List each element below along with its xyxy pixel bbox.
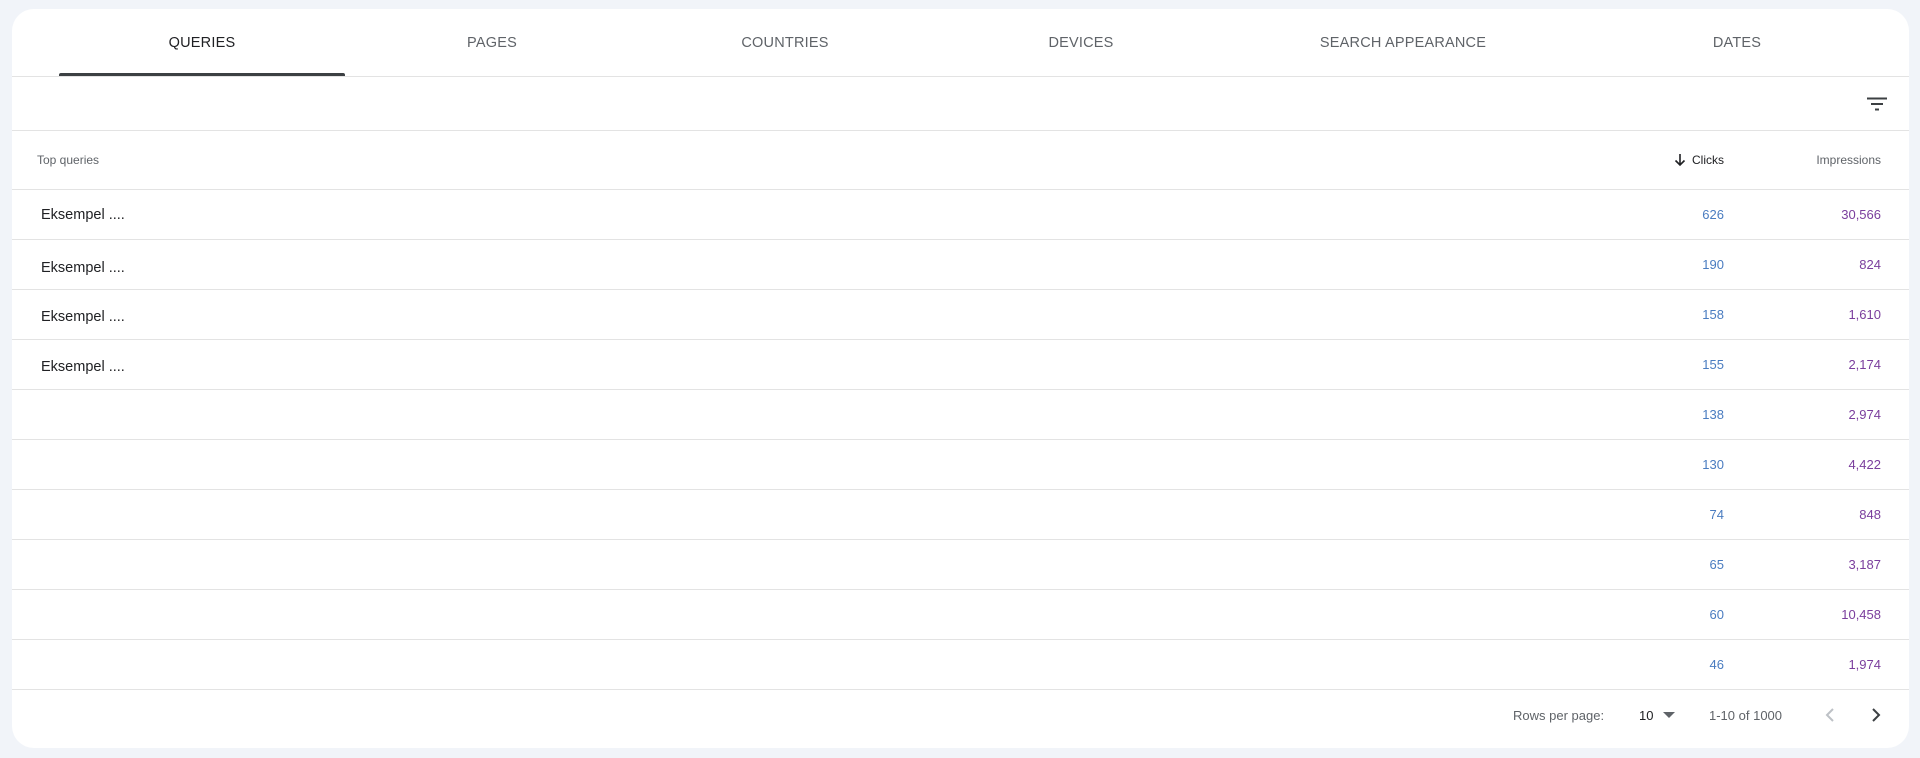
impressions-cell: 3,187 — [1848, 557, 1881, 572]
rows-per-page-value: 10 — [1639, 707, 1654, 723]
query-cell: Eksempel .... — [41, 308, 125, 325]
table-row[interactable]: Eksempel .... 626 30,566 — [12, 190, 1909, 240]
chevron-right-icon — [1872, 708, 1881, 722]
clicks-cell: 46 — [1709, 657, 1724, 672]
clicks-cell: 155 — [1702, 357, 1724, 372]
tab-label: DEVICES — [1048, 34, 1114, 51]
performance-table-card: QUERIES PAGES COUNTRIES DEVICES SEARCH A… — [12, 9, 1909, 748]
tab-search-appearance[interactable]: SEARCH APPEARANCE — [1240, 9, 1566, 76]
arrow-downward-icon — [1674, 154, 1686, 167]
tab-label: PAGES — [467, 34, 517, 51]
impressions-cell: 2,974 — [1848, 407, 1881, 422]
table-row[interactable]: 138 2,974 — [12, 390, 1909, 440]
clicks-cell: 74 — [1709, 507, 1724, 522]
impressions-cell: 824 — [1859, 257, 1881, 272]
clicks-cell: 138 — [1702, 407, 1724, 422]
impressions-cell: 1,610 — [1848, 307, 1881, 322]
tab-dates[interactable]: DATES — [1602, 9, 1872, 76]
header-clicks-label: Clicks — [1692, 153, 1724, 167]
dimension-tabs: QUERIES PAGES COUNTRIES DEVICES SEARCH A… — [12, 9, 1909, 77]
filter-list-icon — [1867, 97, 1887, 111]
tab-devices[interactable]: DEVICES — [956, 9, 1206, 76]
impressions-cell: 4,422 — [1848, 457, 1881, 472]
tab-label: QUERIES — [168, 34, 236, 51]
impressions-cell: 2,174 — [1848, 357, 1881, 372]
table-body: Eksempel .... 626 30,566 Eksempel .... 1… — [12, 190, 1909, 690]
clicks-cell: 60 — [1709, 607, 1724, 622]
tab-countries[interactable]: COUNTRIES — [654, 9, 916, 76]
rows-per-page-label: Rows per page: — [1513, 708, 1605, 723]
header-clicks[interactable]: Clicks — [1674, 131, 1724, 189]
impressions-cell: 30,566 — [1841, 207, 1881, 222]
rows-per-page-select[interactable]: 10 — [1626, 700, 1682, 730]
dropdown-arrow-icon — [1663, 712, 1675, 718]
header-top-queries: Top queries — [37, 153, 100, 167]
clicks-cell: 190 — [1702, 257, 1724, 272]
clicks-cell: 158 — [1702, 307, 1724, 322]
tab-pages[interactable]: PAGES — [370, 9, 614, 76]
next-page-button[interactable] — [1862, 701, 1890, 729]
table-toolbar — [12, 77, 1909, 131]
chevron-left-icon — [1825, 708, 1834, 722]
impressions-cell: 848 — [1859, 507, 1881, 522]
table-row[interactable]: 130 4,422 — [12, 440, 1909, 490]
table-row[interactable]: 74 848 — [12, 490, 1909, 540]
tab-label: DATES — [1712, 34, 1762, 51]
table-row[interactable]: 46 1,974 — [12, 640, 1909, 690]
header-impressions[interactable]: Impressions — [1816, 131, 1881, 189]
tab-queries[interactable]: QUERIES — [59, 9, 345, 76]
tab-label: SEARCH APPEARANCE — [1319, 34, 1487, 51]
impressions-cell: 10,458 — [1841, 607, 1881, 622]
query-cell: Eksempel .... — [41, 206, 125, 223]
tab-label: COUNTRIES — [741, 34, 829, 51]
clicks-cell: 626 — [1702, 207, 1724, 222]
table-row[interactable]: 60 10,458 — [12, 590, 1909, 640]
previous-page-button[interactable] — [1816, 701, 1844, 729]
table-row[interactable]: Eksempel .... 158 1,610 — [12, 290, 1909, 340]
active-tab-indicator — [59, 73, 345, 76]
query-cell: Eksempel .... — [41, 358, 125, 375]
table-header: Top queries Clicks Impressions — [12, 131, 1909, 190]
pagination-range: 1-10 of 1000 — [1709, 708, 1783, 723]
impressions-cell: 1,974 — [1848, 657, 1881, 672]
filter-rows-button[interactable] — [1861, 88, 1893, 120]
table-row[interactable]: Eksempel .... 155 2,174 — [12, 340, 1909, 390]
query-cell: Eksempel .... — [41, 259, 125, 276]
clicks-cell: 65 — [1709, 557, 1724, 572]
table-row[interactable]: 65 3,187 — [12, 540, 1909, 590]
pagination-bar: Rows per page: 10 1-10 of 1000 — [12, 690, 1909, 748]
clicks-cell: 130 — [1702, 457, 1724, 472]
table-row[interactable]: Eksempel .... 190 824 — [12, 240, 1909, 290]
